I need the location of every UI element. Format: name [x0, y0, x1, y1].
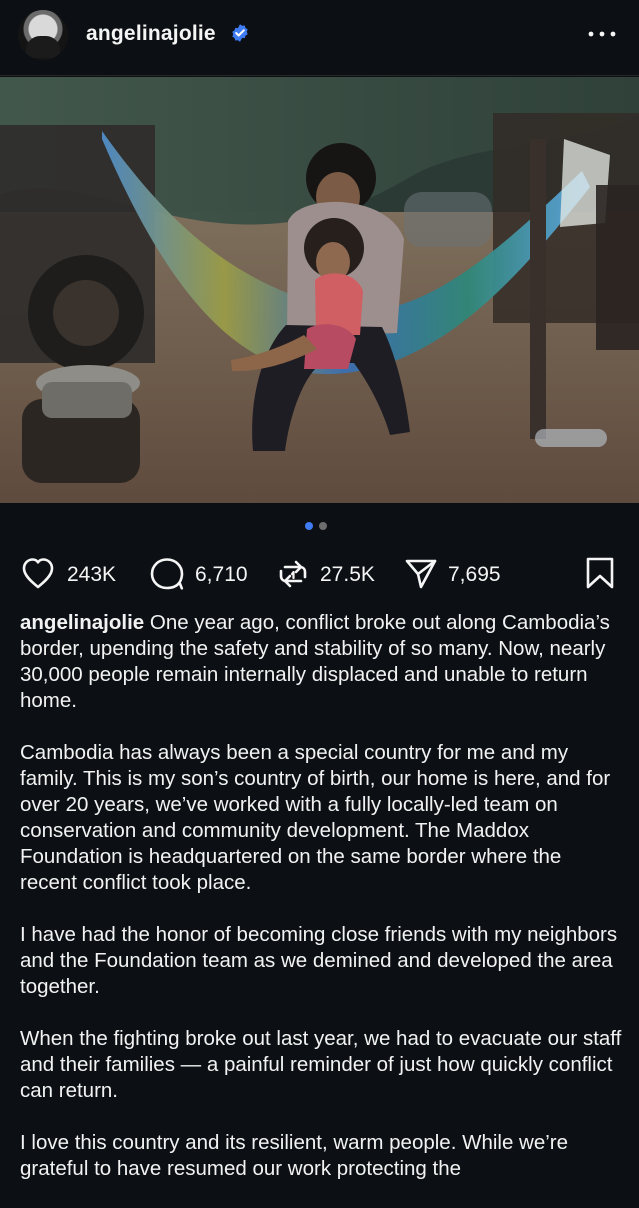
like-action[interactable]: 243K	[20, 554, 130, 590]
repost-count: 27.5K	[320, 563, 375, 586]
post-caption: angelinajolie One year ago, conflict bro…	[20, 610, 622, 1208]
share-icon[interactable]	[403, 556, 439, 592]
post-image[interactable]	[0, 77, 639, 503]
post-actions: 243K 6,710 27.5K 7,695	[0, 550, 639, 596]
more-horizontal-icon[interactable]	[586, 22, 618, 46]
caption-paragraph-5: I love this country and its resilient, w…	[20, 1131, 569, 1180]
caption-paragraph-1: angelinajolie One year ago, conflict bro…	[20, 610, 622, 714]
caption-paragraph-2: Cambodia has always been a special count…	[20, 741, 611, 894]
caption-paragraph-4: When the fighting broke out last year, w…	[20, 1027, 622, 1102]
caption-paragraph-3: I have had the honor of becoming close f…	[20, 923, 618, 998]
repost-icon[interactable]	[275, 556, 311, 592]
carousel-dot-active[interactable]	[305, 522, 313, 530]
carousel-indicator	[305, 522, 335, 532]
post-header: angelinajolie	[0, 0, 639, 76]
comment-action[interactable]: 6,710	[148, 554, 258, 590]
bookmark-icon[interactable]	[584, 556, 616, 590]
carousel-dot[interactable]	[319, 522, 327, 530]
share-count: 7,695	[448, 563, 501, 586]
comment-count: 6,710	[195, 563, 248, 586]
like-count: 243K	[67, 563, 117, 586]
post-image-illustration	[0, 77, 639, 503]
avatar-hair-shape	[26, 36, 60, 58]
repost-action[interactable]: 27.5K	[275, 554, 393, 590]
verified-badge-icon	[232, 24, 248, 42]
avatar[interactable]	[18, 10, 68, 60]
caption-author[interactable]: angelinajolie	[20, 611, 144, 634]
share-action[interactable]: 7,695	[403, 554, 513, 590]
comment-icon[interactable]	[148, 556, 186, 592]
heart-icon[interactable]	[20, 556, 56, 590]
username[interactable]: angelinajolie	[86, 22, 216, 46]
